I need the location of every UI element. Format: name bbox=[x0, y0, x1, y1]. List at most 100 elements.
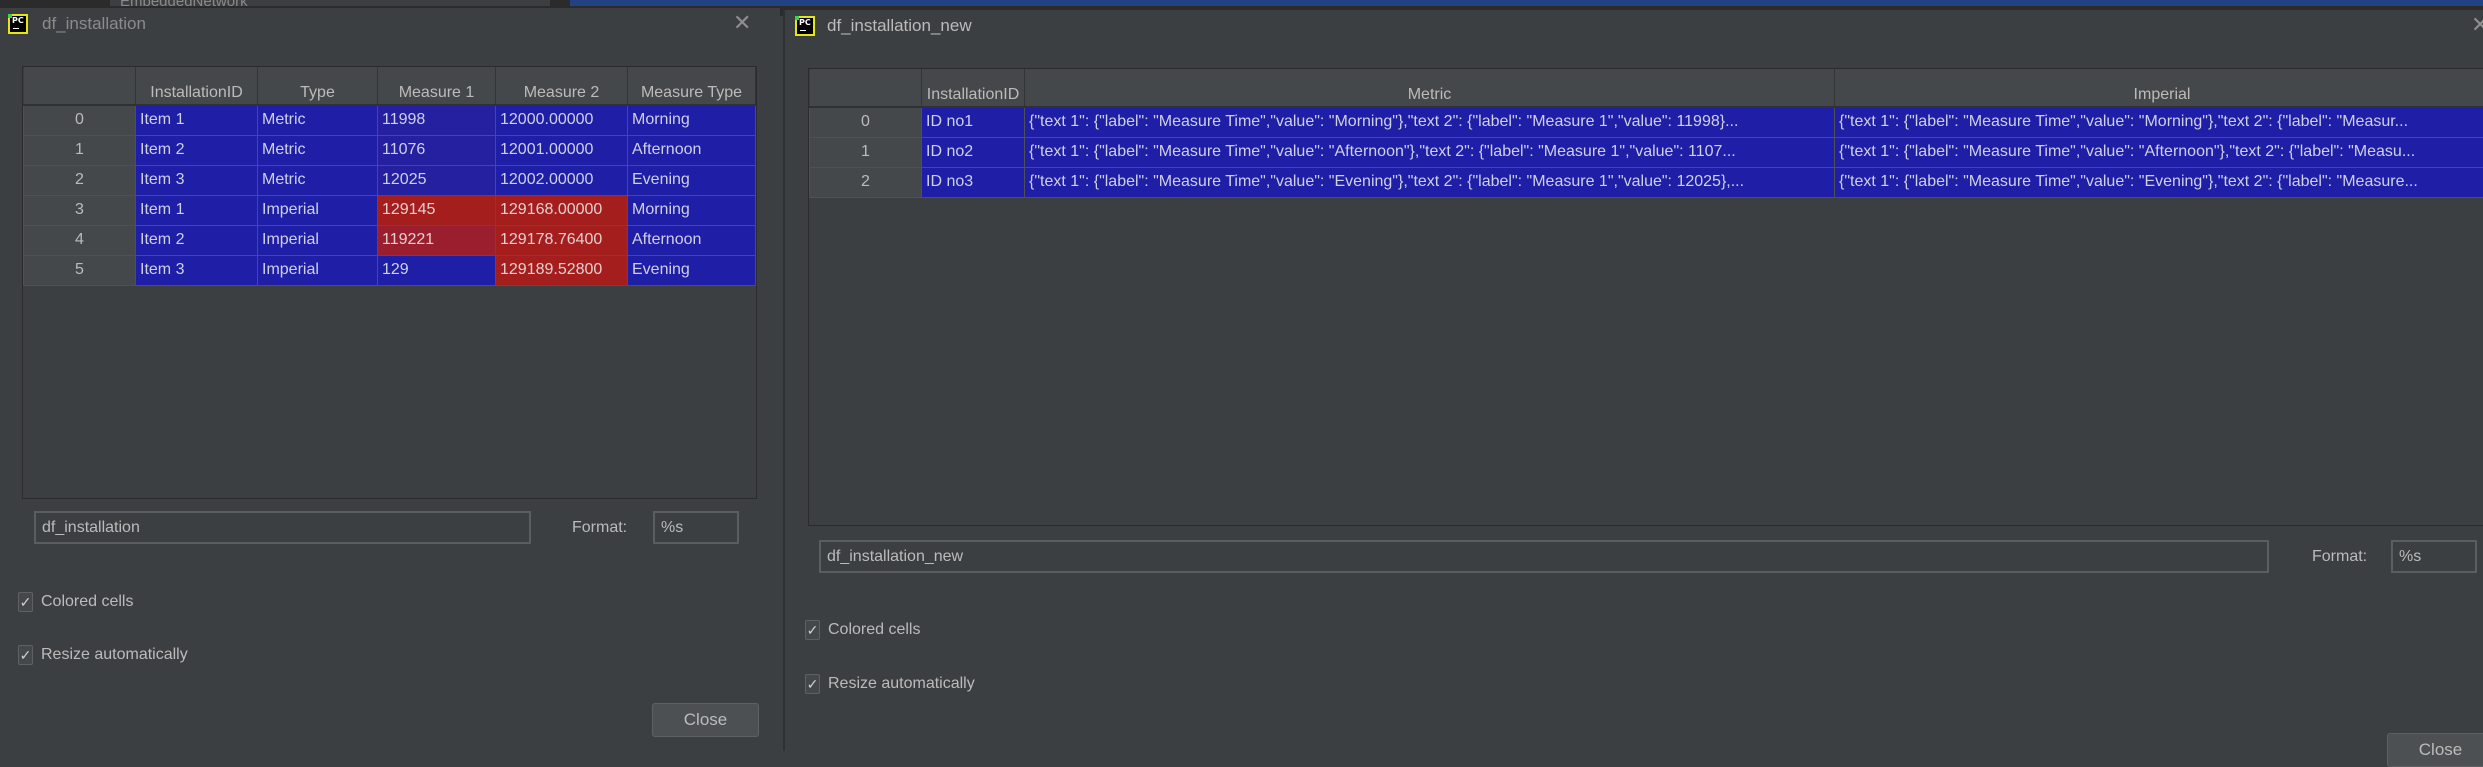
table-row[interactable]: 1 Item 2 Metric 11076 12001.00000 Aftern… bbox=[24, 135, 756, 165]
format-input[interactable] bbox=[2391, 540, 2477, 573]
table-cell[interactable]: 129189.52800 bbox=[496, 255, 628, 285]
format-label: Format: bbox=[572, 519, 627, 537]
row-index[interactable]: 3 bbox=[24, 195, 136, 225]
table-cell[interactable]: 129178.76400 bbox=[496, 225, 628, 255]
data-table: InstallationID Type Measure 1 Measure 2 … bbox=[23, 67, 756, 286]
table-row[interactable]: 5 Item 3 Imperial 129 129189.52800 Eveni… bbox=[24, 255, 756, 285]
close-icon[interactable]: ✕ bbox=[2471, 13, 2483, 38]
close-icon[interactable]: ✕ bbox=[733, 11, 751, 36]
close-button[interactable]: Close bbox=[2387, 733, 2483, 767]
row-index[interactable]: 2 bbox=[810, 167, 922, 197]
table-cell[interactable]: 12000.00000 bbox=[496, 105, 628, 135]
table-cell[interactable]: Item 3 bbox=[136, 255, 258, 285]
column-header[interactable]: InstallationID bbox=[922, 69, 1025, 107]
table-cell[interactable]: {"text 1": {"label": "Measure Time","val… bbox=[1025, 167, 1835, 197]
row-index[interactable]: 5 bbox=[24, 255, 136, 285]
format-label: Format: bbox=[2312, 548, 2367, 566]
dataframe-name-input[interactable] bbox=[819, 540, 2269, 573]
table-cell[interactable]: Afternoon bbox=[628, 225, 756, 255]
data-table: InstallationID Metric Imperial 0 ID no1 … bbox=[809, 69, 2483, 198]
format-input[interactable] bbox=[653, 511, 739, 544]
table-cell[interactable]: Afternoon bbox=[628, 135, 756, 165]
checkmark-icon[interactable]: ✓ bbox=[805, 674, 820, 694]
column-header[interactable]: Imperial bbox=[1835, 69, 2483, 107]
row-index[interactable]: 1 bbox=[810, 137, 922, 167]
table-cell[interactable]: 129 bbox=[378, 255, 496, 285]
table-cell[interactable]: ID no3 bbox=[922, 167, 1025, 197]
column-header[interactable]: Measure Type bbox=[628, 67, 756, 105]
table-cell[interactable]: Morning bbox=[628, 195, 756, 225]
table-cell[interactable]: 129145 bbox=[378, 195, 496, 225]
table-cell[interactable]: {"text 1": {"label": "Measure Time","val… bbox=[1835, 107, 2483, 137]
table-cell[interactable]: 12002.00000 bbox=[496, 165, 628, 195]
table-row[interactable]: 3 Item 1 Imperial 129145 129168.00000 Mo… bbox=[24, 195, 756, 225]
column-header[interactable]: Metric bbox=[1025, 69, 1835, 107]
table-cell[interactable]: {"text 1": {"label": "Measure Time","val… bbox=[1025, 137, 1835, 167]
title-bar[interactable]: PC df_installation ✕ bbox=[0, 8, 780, 48]
table-cell[interactable]: Imperial bbox=[258, 225, 378, 255]
dataframe-name-input[interactable] bbox=[34, 511, 531, 544]
table-cell[interactable]: 11998 bbox=[378, 105, 496, 135]
table-cell[interactable]: Item 2 bbox=[136, 225, 258, 255]
row-index[interactable]: 0 bbox=[24, 105, 136, 135]
table-row[interactable]: 2 Item 3 Metric 12025 12002.00000 Evenin… bbox=[24, 165, 756, 195]
row-index[interactable]: 0 bbox=[810, 107, 922, 137]
table-header-row: InstallationID Type Measure 1 Measure 2 … bbox=[24, 67, 756, 105]
table-cell[interactable]: 129168.00000 bbox=[496, 195, 628, 225]
colored-cells-checkbox[interactable]: ✓ Colored cells bbox=[805, 620, 920, 640]
pycharm-icon: PC bbox=[795, 16, 815, 36]
table-cell[interactable]: {"text 1": {"label": "Measure Time","val… bbox=[1835, 167, 2483, 197]
table-row[interactable]: 0 Item 1 Metric 11998 12000.00000 Mornin… bbox=[24, 105, 756, 135]
table-cell[interactable]: Imperial bbox=[258, 195, 378, 225]
resize-automatically-checkbox[interactable]: ✓ Resize automatically bbox=[18, 645, 188, 665]
close-button[interactable]: Close bbox=[652, 703, 759, 737]
checkbox-label: Resize automatically bbox=[828, 675, 975, 693]
background-selection-bar bbox=[570, 0, 2483, 6]
table-cell[interactable]: Item 3 bbox=[136, 165, 258, 195]
column-header-index[interactable] bbox=[810, 69, 922, 107]
table-cell[interactable]: Evening bbox=[628, 165, 756, 195]
dialog-df-installation: PC df_installation ✕ InstallationID Type… bbox=[0, 8, 780, 751]
column-header[interactable]: Measure 2 bbox=[496, 67, 628, 105]
table-cell[interactable]: {"text 1": {"label": "Measure Time","val… bbox=[1025, 107, 1835, 137]
table-cell[interactable]: Item 1 bbox=[136, 105, 258, 135]
table-cell[interactable]: Metric bbox=[258, 105, 378, 135]
table-row[interactable]: 1 ID no2 {"text 1": {"label": "Measure T… bbox=[810, 137, 2483, 167]
table-cell[interactable]: Metric bbox=[258, 165, 378, 195]
table-header-row: InstallationID Metric Imperial bbox=[810, 69, 2483, 107]
table-cell[interactable]: 11076 bbox=[378, 135, 496, 165]
table-row[interactable]: 0 ID no1 {"text 1": {"label": "Measure T… bbox=[810, 107, 2483, 137]
pycharm-icon: PC bbox=[8, 14, 28, 34]
row-index[interactable]: 2 bbox=[24, 165, 136, 195]
table-cell[interactable]: 119221 bbox=[378, 225, 496, 255]
table-cell[interactable]: Item 2 bbox=[136, 135, 258, 165]
data-table-frame: InstallationID Metric Imperial 0 ID no1 … bbox=[808, 68, 2483, 526]
table-cell[interactable]: {"text 1": {"label": "Measure Time","val… bbox=[1835, 137, 2483, 167]
table-row[interactable]: 2 ID no3 {"text 1": {"label": "Measure T… bbox=[810, 167, 2483, 197]
resize-automatically-checkbox[interactable]: ✓ Resize automatically bbox=[805, 674, 975, 694]
data-table-frame: InstallationID Type Measure 1 Measure 2 … bbox=[22, 66, 757, 499]
table-cell[interactable]: ID no1 bbox=[922, 107, 1025, 137]
table-cell[interactable]: ID no2 bbox=[922, 137, 1025, 167]
table-cell[interactable]: 12025 bbox=[378, 165, 496, 195]
table-cell[interactable]: Imperial bbox=[258, 255, 378, 285]
checkmark-icon[interactable]: ✓ bbox=[18, 592, 33, 612]
title-bar[interactable]: PC df_installation_new ✕ bbox=[785, 10, 2483, 50]
checkmark-icon[interactable]: ✓ bbox=[805, 620, 820, 640]
colored-cells-checkbox[interactable]: ✓ Colored cells bbox=[18, 592, 133, 612]
checkbox-label: Colored cells bbox=[828, 621, 920, 639]
table-cell[interactable]: Evening bbox=[628, 255, 756, 285]
table-cell[interactable]: 12001.00000 bbox=[496, 135, 628, 165]
table-cell[interactable]: Item 1 bbox=[136, 195, 258, 225]
table-row[interactable]: 4 Item 2 Imperial 119221 129178.76400 Af… bbox=[24, 225, 756, 255]
row-index[interactable]: 1 bbox=[24, 135, 136, 165]
checkbox-label: Colored cells bbox=[41, 593, 133, 611]
table-cell[interactable]: Morning bbox=[628, 105, 756, 135]
column-header[interactable]: Type bbox=[258, 67, 378, 105]
column-header[interactable]: InstallationID bbox=[136, 67, 258, 105]
column-header[interactable]: Measure 1 bbox=[378, 67, 496, 105]
row-index[interactable]: 4 bbox=[24, 225, 136, 255]
column-header-index[interactable] bbox=[24, 67, 136, 105]
checkmark-icon[interactable]: ✓ bbox=[18, 645, 33, 665]
table-cell[interactable]: Metric bbox=[258, 135, 378, 165]
